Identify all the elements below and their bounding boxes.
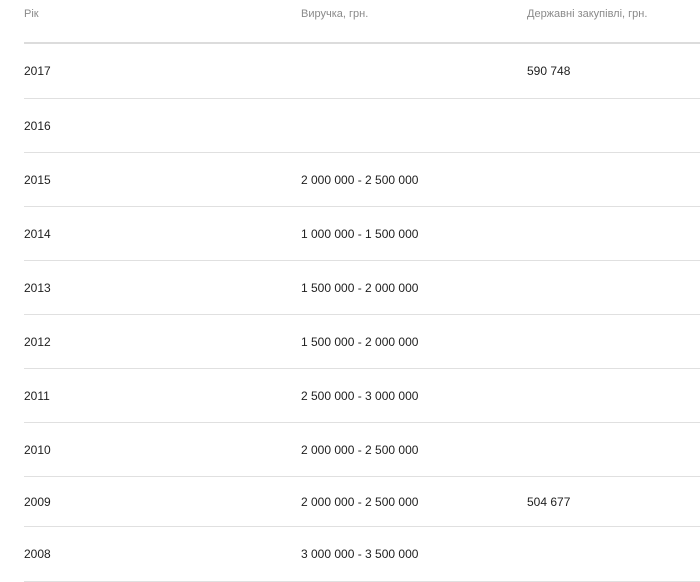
year-cell: 2008 <box>24 547 51 561</box>
year-cell: 2009 <box>24 494 51 509</box>
revenue-cell: 1 500 000 - 2 000 000 <box>301 334 419 349</box>
year-cell: 2016 <box>24 118 51 133</box>
table-row: 2009 2 000 000 - 2 500 000 504 677 <box>24 477 700 527</box>
procurement-cell: 504 677 <box>527 494 571 509</box>
table-row: 2014 1 000 000 - 1 500 000 <box>24 207 700 261</box>
table-row: 2011 2 500 000 - 3 000 000 <box>24 369 700 423</box>
revenue-cell: 2 000 000 - 2 500 000 <box>301 494 419 509</box>
header-year[interactable]: Рік <box>24 8 39 20</box>
year-cell: 2010 <box>24 442 51 457</box>
table-row: 2012 1 500 000 - 2 000 000 <box>24 315 700 369</box>
year-cell: 2011 <box>24 388 50 403</box>
table-row: 2016 <box>24 99 700 153</box>
header-procurement[interactable]: Державні закупівлі, грн. <box>527 8 647 20</box>
table-header: Рік Виручка, грн. Державні закупівлі, гр… <box>24 0 700 44</box>
procurement-cell: 590 748 <box>527 64 571 78</box>
revenue-cell: 3 000 000 - 3 500 000 <box>301 547 419 561</box>
year-cell: 2012 <box>24 334 51 349</box>
table-row: 2010 2 000 000 - 2 500 000 <box>24 423 700 477</box>
revenue-cell: 2 000 000 - 2 500 000 <box>301 442 419 457</box>
revenue-cell: 2 500 000 - 3 000 000 <box>301 388 419 403</box>
year-cell: 2015 <box>24 172 51 187</box>
table-row: 2015 2 000 000 - 2 500 000 <box>24 153 700 207</box>
year-cell: 2017 <box>24 64 51 78</box>
header-revenue[interactable]: Виручка, грн. <box>301 8 368 20</box>
table-row: 2017 590 748 <box>24 44 700 99</box>
year-cell: 2014 <box>24 226 51 241</box>
revenue-cell: 1 000 000 - 1 500 000 <box>301 226 419 241</box>
year-cell: 2013 <box>24 280 51 295</box>
table-row: 2008 3 000 000 - 3 500 000 <box>24 527 700 582</box>
revenue-cell: 2 000 000 - 2 500 000 <box>301 172 419 187</box>
revenue-cell: 1 500 000 - 2 000 000 <box>301 280 419 295</box>
table-row: 2013 1 500 000 - 2 000 000 <box>24 261 700 315</box>
financial-table: Рік Виручка, грн. Державні закупівлі, гр… <box>24 0 700 582</box>
